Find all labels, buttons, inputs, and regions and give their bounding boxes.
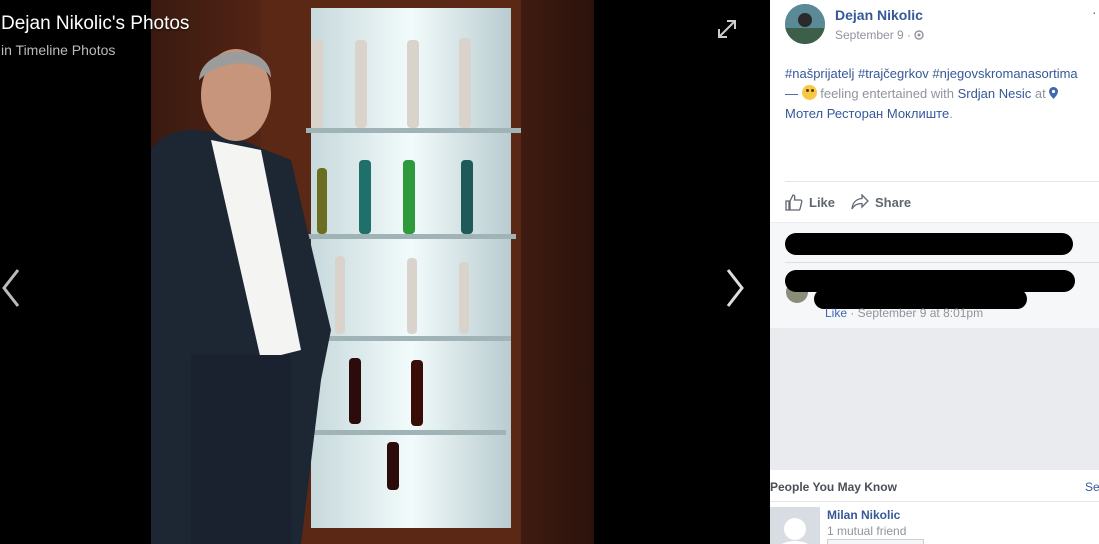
share-arrow-icon (851, 194, 869, 210)
comment-like-link[interactable]: Like (825, 306, 847, 320)
post-text: #našprijatelj #trajčegrkov #njegovskroma… (785, 64, 1099, 124)
post-dash: — (785, 86, 802, 101)
mutual-friends[interactable]: 1 mutual friend (827, 524, 906, 538)
post-hashtags[interactable]: #našprijatelj #trajčegrkov #njegovskroma… (785, 66, 1078, 81)
avatar-image (785, 4, 825, 44)
comments-section: Like · September 9 at 8:01pm (770, 223, 1099, 328)
people-you-may-know: People You May Know Se Milan Nikolic 1 m… (770, 470, 1099, 544)
photo-image (151, 0, 594, 544)
more-options-button[interactable]: · (1092, 4, 1097, 20)
share-button[interactable]: Share (851, 194, 911, 210)
author-avatar[interactable] (785, 4, 825, 44)
add-friend-button[interactable] (827, 539, 924, 544)
previous-photo-icon[interactable] (0, 266, 30, 310)
location-pin-icon (1049, 87, 1059, 99)
photo-viewer: Dejan Nikolic's Photos in Timeline Photo… (0, 0, 770, 544)
pymk-heading: People You May Know (770, 480, 897, 494)
default-profile-icon (781, 518, 809, 544)
post: Dejan Nikolic September 9 · · #našprijat… (770, 0, 1099, 222)
location-link[interactable]: Мотел Ресторан Моклиште (785, 106, 949, 121)
see-all-link[interactable]: Se (1085, 480, 1099, 494)
post-period: . (949, 106, 953, 121)
post-date-text[interactable]: September 9 · (835, 28, 914, 42)
feeling-text: feeling entertained with (816, 86, 958, 101)
redacted-text (785, 233, 1073, 255)
divider (770, 501, 1099, 502)
like-button[interactable]: Like (785, 194, 835, 211)
privacy-globe-icon (914, 30, 925, 40)
comment-meta: Like · September 9 at 8:01pm (825, 306, 983, 320)
next-photo-icon[interactable] (720, 266, 750, 310)
author-name[interactable]: Dejan Nikolic (835, 7, 923, 23)
photo[interactable] (151, 0, 594, 544)
fullscreen-icon[interactable] (715, 17, 739, 41)
album-subtitle[interactable]: in Timeline Photos (1, 42, 115, 58)
suggested-person-name[interactable]: Milan Nikolic (827, 508, 900, 522)
at-text: at (1031, 86, 1050, 101)
comment-time[interactable]: · September 9 at 8:01pm (847, 306, 983, 320)
side-panel: Dejan Nikolic September 9 · · #našprijat… (770, 0, 1099, 544)
divider (785, 262, 1099, 263)
album-title[interactable]: Dejan Nikolic's Photos (1, 13, 189, 35)
thumbs-up-icon (785, 194, 803, 211)
tagged-person-link[interactable]: Srdjan Nesic (958, 86, 1032, 101)
post-actions: Like Share (785, 181, 1099, 222)
post-date[interactable]: September 9 · (835, 28, 925, 42)
grinning-emoji-icon (801, 85, 817, 100)
share-label: Share (875, 194, 912, 210)
suggested-person-photo[interactable] (770, 507, 820, 544)
like-label: Like (809, 195, 836, 210)
